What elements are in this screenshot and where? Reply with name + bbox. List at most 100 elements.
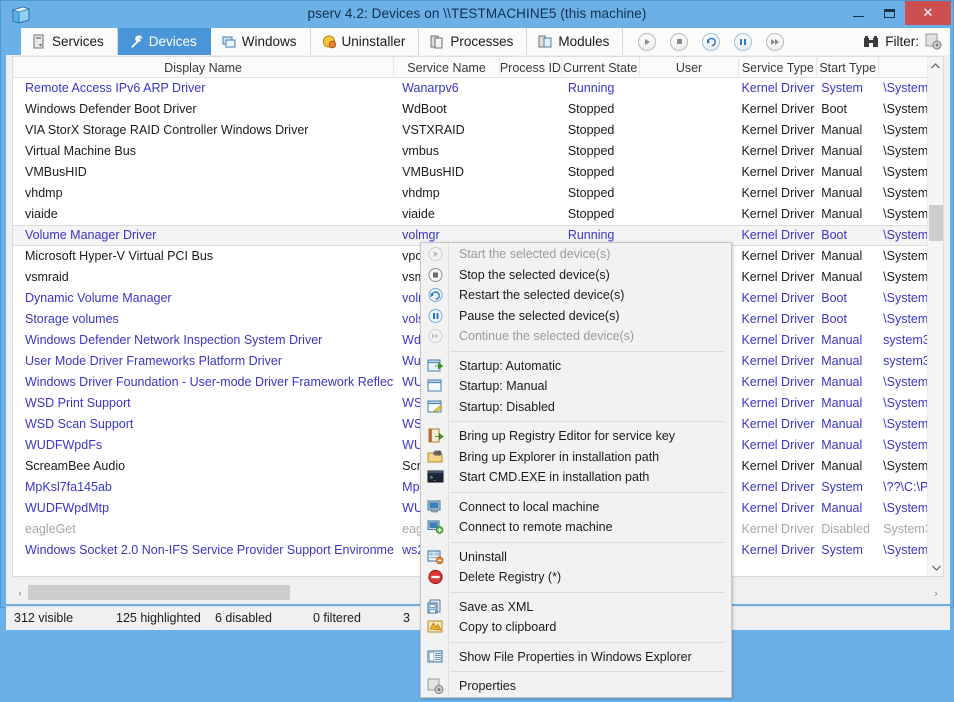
scroll-right-arrow[interactable]: › — [928, 584, 944, 601]
cell-display: vhdmp — [25, 186, 63, 200]
table-row[interactable]: VMBusHID VMBusHID Stopped Kernel Driver Manu… — [13, 162, 943, 183]
vertical-scrollbar[interactable] — [927, 57, 943, 576]
cell-state: Stopped — [567, 165, 615, 179]
maximize-button[interactable] — [874, 1, 905, 25]
table-row[interactable]: VIA StorX Storage RAID Controller Window… — [13, 120, 943, 141]
properties-gear-icon — [421, 676, 449, 696]
screen: pserv 4.2: Devices on \\TESTMACHINE5 (th… — [0, 0, 954, 702]
filter-gear-icon[interactable] — [925, 33, 942, 50]
hscrollbar-thumb[interactable] — [28, 585, 290, 600]
status-trailing: 3 — [403, 611, 410, 625]
cell-stype: Kernel Driver — [741, 522, 815, 536]
svg-text:>_: >_ — [430, 475, 437, 481]
scrollbar-thumb[interactable] — [929, 205, 943, 241]
cell-state: Stopped — [567, 123, 615, 137]
play-circle-icon — [421, 244, 449, 264]
menu-item[interactable]: Pause the selected device(s) — [421, 306, 731, 327]
local-machine-icon — [421, 497, 449, 517]
continue-button[interactable] — [766, 32, 785, 51]
pause-button[interactable] — [734, 32, 753, 51]
menu-item[interactable]: Properties — [421, 676, 731, 697]
menu-item[interactable]: Bring up Registry Editor for service key — [421, 426, 731, 447]
close-button[interactable]: ✕ — [905, 1, 951, 25]
table-row[interactable]: Virtual Machine Bus vmbus Stopped Kernel Dr… — [13, 141, 943, 162]
tab-modules[interactable]: Modules — [527, 28, 624, 55]
cell-state: Stopped — [567, 207, 615, 221]
menu-item[interactable]: Save as XML — [421, 597, 731, 618]
stop-button[interactable] — [670, 32, 689, 51]
tab-services[interactable]: Services — [21, 28, 118, 55]
cell-stype: Kernel Driver — [741, 186, 815, 200]
menu-item[interactable]: Uninstall — [421, 547, 731, 568]
menu-item[interactable]: Bring up Explorer in installation path — [421, 447, 731, 468]
cell-stype: Kernel Driver — [741, 270, 815, 284]
menu-item[interactable]: Copy to clipboard — [421, 617, 731, 638]
menu-item[interactable]: Delete Registry (*) — [421, 567, 731, 588]
column-header-display-name[interactable]: Display Name — [13, 57, 395, 78]
menu-item-label: Save as XML — [459, 599, 534, 614]
file-properties-icon — [421, 647, 449, 667]
table-row[interactable]: vhdmp vhdmp Stopped Kernel Driver Manual \Sys… — [13, 183, 943, 204]
menu-item-label: Delete Registry (*) — [459, 570, 562, 585]
cell-start: Manual — [821, 270, 863, 284]
column-header-process-id[interactable]: Process ID — [500, 57, 562, 78]
cell-service: WdBoot — [402, 102, 447, 116]
cell-start: System — [821, 480, 863, 494]
cell-service: VSTXRAID — [402, 123, 465, 137]
restart-button[interactable] — [702, 32, 721, 51]
cell-start: Manual — [821, 459, 863, 473]
cell-start: System — [821, 543, 863, 557]
cell-pid — [500, 78, 562, 99]
scroll-up-arrow[interactable] — [928, 57, 943, 74]
tab-uninstaller[interactable]: Uninstaller — [310, 28, 420, 55]
menu-item-label: Connect to local machine — [459, 499, 600, 514]
menu-item-label: Startup: Manual — [459, 379, 548, 394]
menu-item[interactable]: Stop the selected device(s) — [421, 265, 731, 286]
cell-start: Boot — [821, 312, 847, 326]
restart-circle-icon — [421, 285, 449, 305]
cell-stype: Kernel Driver — [741, 312, 815, 326]
cell-pid — [500, 204, 562, 225]
minimize-button[interactable] — [843, 1, 874, 25]
menu-item-label: Startup: Disabled — [459, 399, 555, 414]
column-header-service-type[interactable]: Service Type — [739, 57, 818, 78]
cell-display: WUDFWpdFs — [25, 438, 103, 452]
menu-separator — [450, 641, 725, 643]
menu-item[interactable]: Startup: Automatic — [421, 356, 731, 377]
menu-item-label: Uninstall — [459, 549, 507, 564]
scroll-down-arrow[interactable] — [928, 559, 943, 576]
start-button[interactable] — [638, 32, 657, 51]
table-row[interactable]: Remote Access IPv6 ARP Driver Wanarpv6 Run… — [13, 78, 943, 99]
menu-item[interactable]: Startup: Manual — [421, 376, 731, 397]
menu-item[interactable]: Connect to remote machine — [421, 517, 731, 538]
binoculars-icon — [863, 35, 879, 48]
context-menu[interactable]: Start the selected device(s) Stop the sel… — [420, 242, 732, 698]
menu-item[interactable]: Show File Properties in Windows Explorer — [421, 647, 731, 668]
tab-processes[interactable]: Processes — [419, 28, 528, 55]
cell-state: Stopped — [567, 102, 615, 116]
table-row[interactable]: Windows Defender Boot Driver WdBoot Stoppe… — [13, 99, 943, 120]
menu-item[interactable]: Startup: Disabled — [421, 397, 731, 418]
column-header-service-name[interactable]: Service Name — [394, 57, 500, 78]
menu-item[interactable]: >_ Start CMD.EXE in installation path — [421, 467, 731, 488]
scroll-left-arrow[interactable]: ‹ — [12, 584, 28, 601]
cell-start: Boot — [821, 291, 847, 305]
cell-stype: Kernel Driver — [741, 354, 815, 368]
table-row[interactable]: viaide viaide Stopped Kernel Driver Manual \S… — [13, 204, 943, 225]
tab-label: Devices — [148, 34, 197, 49]
menu-item[interactable]: Connect to local machine — [421, 497, 731, 518]
column-header-start-type[interactable]: Start Type — [817, 57, 880, 78]
tab-windows[interactable]: Windows — [210, 28, 311, 55]
cell-stype: Kernel Driver — [741, 417, 815, 431]
wrench-icon — [129, 34, 143, 49]
column-header-current-state[interactable]: Current State — [562, 57, 640, 78]
menu-item-label: Bring up Registry Editor for service key — [459, 429, 676, 444]
tab-devices[interactable]: Devices — [117, 28, 211, 55]
menu-item[interactable]: Restart the selected device(s) — [421, 285, 731, 306]
cell-stype: Kernel Driver — [741, 333, 815, 347]
cell-display: Dynamic Volume Manager — [25, 291, 172, 305]
menu-separator — [450, 421, 725, 422]
cell-user — [640, 120, 740, 141]
column-header-user[interactable]: User — [640, 57, 740, 78]
cell-service: vhdmp — [402, 186, 440, 200]
